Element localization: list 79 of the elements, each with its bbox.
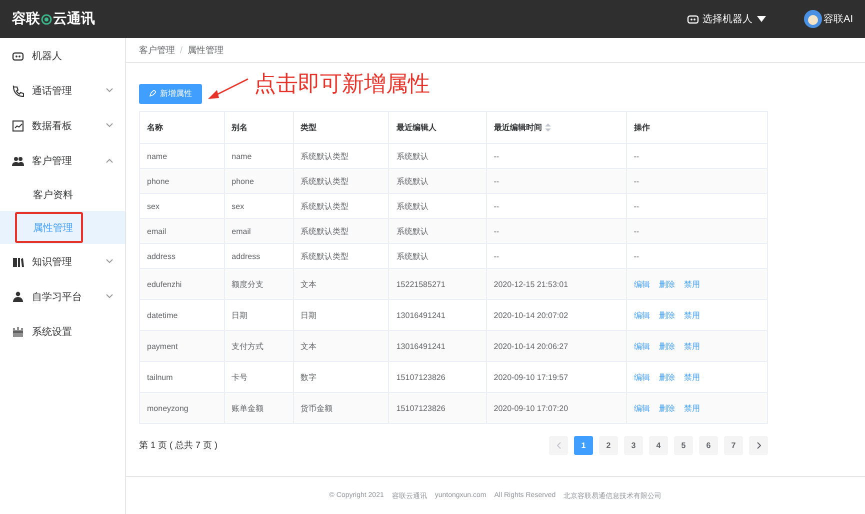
table-cell: 系统默认类型 — [293, 218, 389, 244]
next-page-button[interactable] — [749, 436, 768, 455]
table-cell: 账单金额 — [224, 392, 294, 424]
action-link[interactable]: 编辑 — [634, 310, 650, 320]
sidebar-item[interactable]: 系统设置 — [0, 314, 125, 349]
table-cell: 文本 — [293, 268, 389, 300]
table-cell: 系统默认类型 — [293, 168, 389, 194]
chevron-left-icon — [556, 442, 560, 449]
table-cell: 2020-10-14 20:06:27 — [486, 330, 626, 362]
sidebar-item[interactable]: 自学习平台 — [0, 279, 125, 314]
page-button[interactable]: 5 — [674, 436, 693, 455]
table-cell: -- — [626, 218, 768, 244]
table-cell: email — [224, 218, 294, 244]
chevron-right-icon — [756, 442, 760, 449]
table-cell: -- — [626, 168, 768, 194]
action-link[interactable]: 禁用 — [684, 372, 700, 382]
action-link[interactable]: 禁用 — [684, 310, 700, 320]
logo-mark-icon — [41, 14, 52, 24]
sidebar-subitem[interactable]: 客户资料 — [0, 178, 125, 211]
sidebar-item[interactable]: 知识管理 — [0, 244, 125, 279]
table-cell: 系统默认 — [388, 168, 486, 194]
table-cell: -- — [486, 218, 626, 244]
bars-icon — [12, 326, 24, 338]
table-cell: 15107123826 — [388, 392, 486, 424]
table-cell: 13016491241 — [388, 330, 486, 362]
table-cell: 文本 — [293, 330, 389, 362]
sort-icon — [544, 123, 551, 132]
table-cell: 2020-09-10 17:07:20 — [486, 392, 626, 424]
books-icon — [12, 256, 24, 268]
avatar-icon — [804, 10, 822, 28]
logo-text: 容联 — [12, 10, 40, 28]
column-header: 名称 — [140, 112, 224, 144]
person-icon — [12, 290, 24, 302]
sidebar-item[interactable]: 机器人 — [0, 38, 125, 73]
page-button[interactable]: 4 — [649, 436, 668, 455]
column-header: 最近编辑人 — [388, 112, 486, 144]
column-header: 别名 — [224, 112, 294, 144]
table-cell: -- — [486, 168, 626, 194]
column-header: 操作 — [626, 112, 768, 144]
page-button[interactable]: 7 — [724, 436, 743, 455]
action-link[interactable]: 删除 — [658, 372, 675, 382]
column-header[interactable]: 最近编辑时间 — [486, 112, 626, 144]
table-cell: 支付方式 — [224, 330, 294, 362]
phone-icon — [12, 84, 24, 96]
table-cell: email — [140, 218, 224, 244]
robot-icon — [12, 50, 24, 62]
page-button[interactable]: 6 — [699, 436, 718, 455]
action-link[interactable]: 删除 — [658, 310, 675, 320]
annotation-text: 点击即可新增属性 — [254, 70, 430, 98]
table-cell: 2020-12-15 21:53:01 — [486, 268, 626, 300]
table-cell: phone — [140, 168, 224, 194]
table-cell: phone — [224, 168, 294, 194]
action-link[interactable]: 编辑 — [634, 372, 650, 382]
chart-icon — [12, 120, 24, 132]
sidebar-item[interactable]: 通话管理 — [0, 73, 125, 108]
logo-text: 云通讯 — [53, 10, 95, 28]
page-summary: 第 1 页 ( 总共 7 页 ) — [139, 439, 219, 452]
robot-icon — [686, 14, 699, 24]
table-cell: 系统默认 — [388, 218, 486, 244]
breadcrumb-separator: / — [180, 45, 183, 55]
users-icon — [12, 154, 24, 166]
sidebar-item[interactable]: 客户管理 — [0, 143, 125, 178]
caret-icon — [756, 16, 766, 22]
table-cell: 货币金额 — [293, 392, 389, 424]
table-cell: 额度分支 — [224, 268, 294, 300]
user-name[interactable]: 容联AI — [824, 12, 853, 26]
sidebar-item[interactable]: 数据看板 — [0, 108, 125, 143]
table-cell: 15221585271 — [388, 268, 486, 300]
breadcrumb-item: 属性管理 — [188, 44, 224, 56]
robot-select[interactable]: 选择机器人 — [686, 12, 766, 26]
table-cell: moneyzong — [140, 392, 224, 424]
table-cell: edufenzhi — [140, 268, 224, 300]
breadcrumb-item[interactable]: 客户管理 — [139, 44, 175, 56]
table-cell: payment — [140, 330, 224, 362]
page-button[interactable]: 2 — [599, 436, 618, 455]
annotation-arrow — [206, 76, 250, 100]
column-header: 类型 — [293, 112, 389, 144]
page-button[interactable]: 3 — [624, 436, 643, 455]
pencil-icon — [149, 90, 156, 97]
